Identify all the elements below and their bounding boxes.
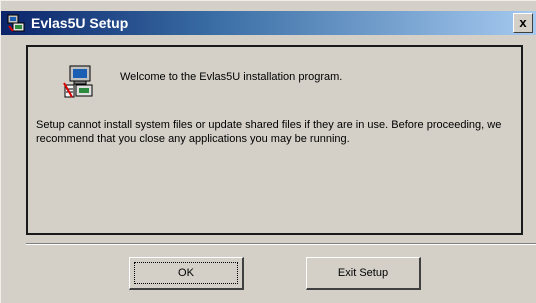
ok-button-label: OK xyxy=(178,267,194,279)
warning-message: Setup cannot install system files or upd… xyxy=(36,119,502,145)
exit-setup-button-label: Exit Setup xyxy=(337,267,389,279)
window-title: Evlas5U Setup xyxy=(31,15,129,31)
welcome-text: Welcome to the Evlas5U installation prog… xyxy=(120,71,343,83)
setup-computer-icon xyxy=(63,65,93,98)
divider xyxy=(26,243,536,245)
ok-button[interactable]: OK xyxy=(129,257,244,290)
title-bar[interactable]: Evlas5U Setup x xyxy=(1,11,536,35)
close-button[interactable]: x xyxy=(513,13,533,33)
setup-computer-icon xyxy=(7,14,25,32)
setup-window: Evlas5U Setup x Welcome to the Evlas5U i… xyxy=(0,0,536,303)
info-panel: Welcome to the Evlas5U installation prog… xyxy=(26,45,523,235)
exit-setup-button[interactable]: Exit Setup xyxy=(306,257,421,290)
